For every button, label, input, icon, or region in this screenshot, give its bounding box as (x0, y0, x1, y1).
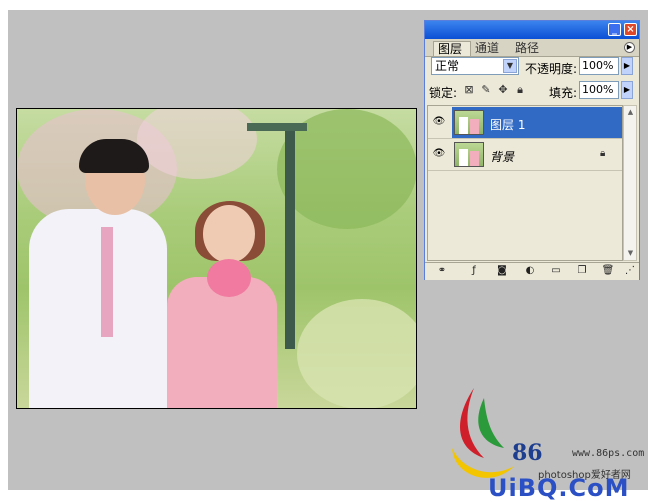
panel-tabs: 图层 通道 路径 (425, 39, 639, 57)
tab-paths[interactable]: 路径 (511, 41, 549, 56)
new-group-icon[interactable]: ▭ (549, 265, 563, 277)
link-layers-icon[interactable]: ⚭ (435, 265, 449, 277)
new-layer-icon[interactable]: ❐ (575, 265, 589, 277)
scroll-down-icon[interactable]: ▼ (625, 248, 636, 259)
lock-transparency-icon[interactable]: ⊠ (463, 84, 475, 96)
lock-position-icon[interactable]: ✥ (497, 84, 509, 96)
fill-input[interactable]: 100% (579, 81, 619, 99)
panel-bottom-toolbar: ⚭ ƒ ◙ ◐ ▭ ❐ 🗑︎ ⋰ (425, 262, 639, 280)
watermark-url: www.86ps.com (572, 448, 645, 459)
layer-row-layer1[interactable]: 👁︎ 图层 1 (428, 107, 622, 139)
panel-menu-icon[interactable]: ▶ (624, 42, 635, 53)
fill-label: 填充: (549, 86, 578, 100)
lock-row: 锁定: ⊠ ✎ ✥ 🔒︎ 填充: 100% ▶ (425, 79, 639, 103)
layers-panel: _ × 图层 通道 路径 ▶ 正常 ▼ 不透明度: 100% ▶ 锁定: ⊠ ✎… (424, 20, 640, 280)
close-icon[interactable]: × (624, 23, 637, 36)
layer-thumbnail (454, 110, 484, 135)
layer-name[interactable]: 图层 1 (490, 116, 525, 133)
tab-layers[interactable]: 图层 (433, 41, 471, 56)
lock-all-icon[interactable]: 🔒︎ (514, 84, 526, 96)
layer-name[interactable]: 背景 (490, 148, 514, 165)
watermark-logo-icon (452, 388, 514, 478)
layer-mask-icon[interactable]: ◙ (495, 265, 509, 277)
trash-icon[interactable]: 🗑︎ (601, 265, 615, 277)
adjustment-layer-icon[interactable]: ◐ (523, 265, 537, 277)
chevron-down-icon[interactable]: ▼ (503, 59, 517, 73)
watermark-logo-text: 86 (512, 440, 543, 466)
lock-paint-icon[interactable]: ✎ (480, 84, 492, 96)
groom-tie (101, 227, 113, 337)
garden-arch-post (285, 129, 295, 349)
lock-label: 锁定: (429, 86, 458, 100)
blend-mode-value: 正常 (435, 59, 460, 73)
blend-mode-select[interactable]: 正常 ▼ (431, 57, 519, 75)
scroll-up-icon[interactable]: ▲ (625, 107, 636, 118)
bride-face (203, 205, 255, 263)
tab-channels[interactable]: 通道 (471, 41, 509, 56)
document-photo[interactable] (16, 108, 417, 409)
layer-thumbnail (454, 142, 484, 167)
eye-icon[interactable]: 👁︎ (431, 148, 447, 160)
watermark-brand: UiBQ.CoM (488, 474, 630, 502)
bridal-bouquet (207, 259, 251, 297)
minimize-icon[interactable]: _ (608, 23, 621, 36)
layer-list-scrollbar[interactable]: ▲ ▼ (623, 105, 637, 261)
garden-arch-top (247, 123, 307, 131)
resize-grip-icon[interactable]: ⋰ (623, 265, 637, 277)
opacity-input[interactable]: 100% (579, 57, 619, 75)
fill-slider-arrow-icon[interactable]: ▶ (621, 81, 633, 99)
eye-icon[interactable]: 👁︎ (431, 116, 447, 128)
groom-suit (29, 209, 167, 408)
panel-title-bar[interactable]: _ × (425, 21, 639, 39)
layer-list: 👁︎ 图层 1 👁︎ 背景 🔒︎ (427, 105, 623, 261)
watermark: 86 www.86ps.com photoshop爱好者网 UiBQ.CoM (440, 378, 660, 502)
groom-hair (79, 139, 149, 173)
opacity-label: 不透明度: (525, 62, 578, 76)
layer-style-icon[interactable]: ƒ (467, 265, 481, 277)
opacity-slider-arrow-icon[interactable]: ▶ (621, 57, 633, 75)
bride-dress (167, 277, 277, 408)
layer-row-background[interactable]: 👁︎ 背景 🔒︎ (428, 139, 622, 171)
lock-icon: 🔒︎ (600, 148, 606, 159)
flower-bush-right (297, 299, 416, 408)
